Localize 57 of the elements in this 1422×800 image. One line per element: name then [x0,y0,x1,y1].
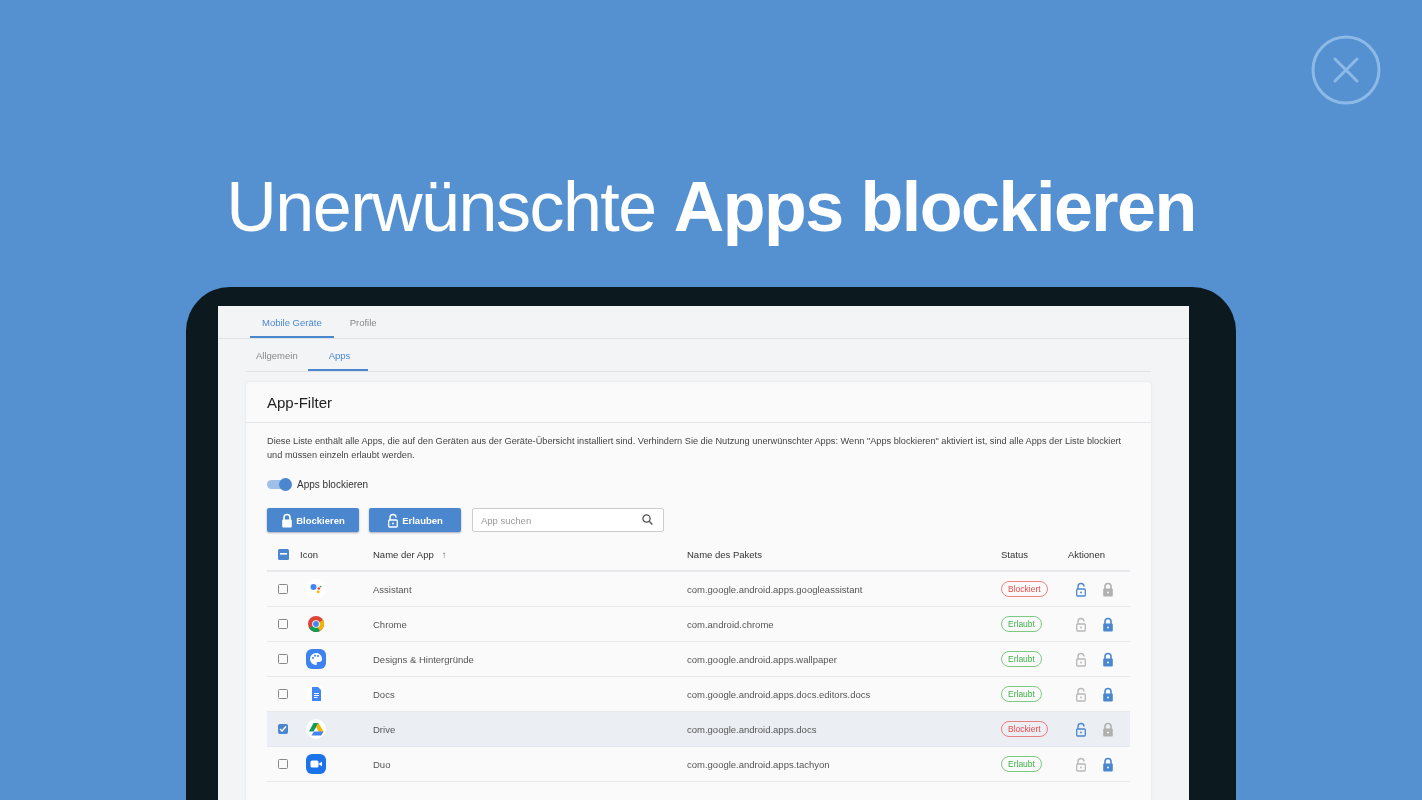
lock-icon[interactable] [1102,756,1114,772]
package-name: com.android.chrome [687,618,775,630]
unlock-icon[interactable] [1075,721,1087,737]
lock-icon[interactable] [1102,651,1114,667]
headline: Unerwünschte Apps blockieren [226,167,1196,248]
unlock-icon[interactable] [1075,616,1087,632]
allow-button[interactable]: Erlauben [369,508,461,532]
column-header: Name des Pakets [687,548,763,560]
camera-icon [306,754,326,774]
column-header: Aktionen [1068,548,1106,560]
row-checkbox[interactable] [278,654,288,664]
description: Diese Liste enthält alle Apps, die auf den Geräten aus der Geräte-Übersicht installiert sind. Verhindern Sie die Nutzung unerwünschter Apps: Wenn "Apps blockieren" aktiviert ist, sind alle Apps der Liste blockiert und müssen einzeln erlaubt werden. [267,435,1123,462]
row-checkbox[interactable] [278,584,288,594]
browser-icon [306,614,326,634]
package-name: com.google.android.apps.googleassistant [687,583,864,595]
dash-icon [280,553,287,555]
package-name: com.google.android.apps.docs [687,723,818,735]
column-header: Status [1001,548,1029,560]
tab[interactable]: Allgemein [246,339,308,371]
search-field[interactable]: App suchen [472,508,664,532]
toggle-switch[interactable] [267,480,291,489]
app-name: Duo [373,758,392,770]
tab[interactable]: Mobile Geräte [250,306,334,338]
search-icon [642,514,653,525]
column-header: Icon [300,548,319,560]
toggle-label: Apps blockieren [297,479,369,490]
package-name: com.google.android.apps.wallpaper [687,653,838,665]
card-title: App-Filter [267,393,333,411]
tab[interactable]: Profile [337,306,389,338]
app-name: Docs [373,688,396,700]
lock-icon[interactable] [1102,581,1114,597]
package-name: com.google.android.apps.docs.editors.docs [687,688,872,700]
app-name: Drive [373,723,397,735]
tab[interactable]: Apps [307,339,368,371]
unlock-icon[interactable] [1075,756,1087,772]
sort-arrow[interactable]: ↑ [441,548,447,560]
column-header[interactable]: Name der App [373,548,434,560]
unlock-icon[interactable] [1075,581,1087,597]
app-name: Designs & Hintergründe [373,653,475,665]
app-name: Assistant [373,583,413,595]
app-name: Chrome [373,618,408,630]
check-icon [279,725,287,733]
row-checkbox[interactable] [278,724,288,734]
unlock-icon[interactable] [1075,651,1087,667]
lock-icon[interactable] [1102,721,1114,737]
row-checkbox[interactable] [278,619,288,629]
row-checkbox[interactable] [278,759,288,769]
select-all-checkbox[interactable] [278,548,289,560]
package-name: com.google.android.apps.tachyon [687,758,831,770]
unlock-icon[interactable] [1075,686,1087,702]
palette-icon [306,649,326,669]
block-button[interactable]: Blockieren [267,508,359,532]
lock-icon[interactable] [1102,686,1114,702]
lock-icon [281,512,294,528]
row-checkbox[interactable] [278,689,288,699]
lock-icon[interactable] [1102,616,1114,632]
unlock-icon [387,512,400,528]
